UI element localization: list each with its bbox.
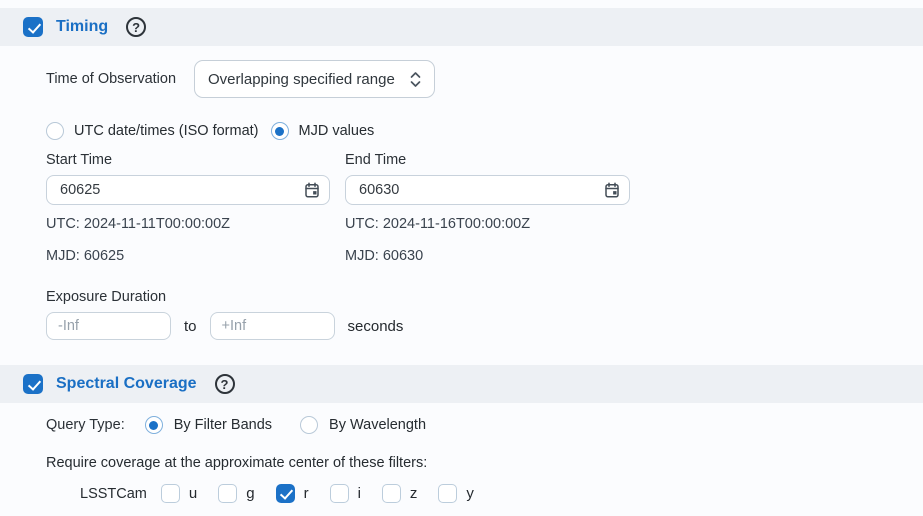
band-u-label: u: [189, 485, 197, 502]
utc-radio-label: UTC date/times (ISO format): [74, 123, 259, 139]
time-format-option-utc[interactable]: UTC date/times (ISO format): [46, 122, 259, 140]
search-filters-panel: Timing ? Time of Observation Overlapping…: [0, 0, 923, 516]
band-i-label: i: [358, 485, 361, 502]
band-g-checkbox[interactable]: [218, 484, 237, 503]
time-range-grid: Start Time UTC: 2024-11-11T00:00:00Z: [46, 152, 923, 264]
query-type-row: Query Type: By Filter Bands By Wavelengt…: [46, 416, 923, 434]
end-time-column: End Time UTC: 2024-11-16T00:00:00Z: [345, 152, 630, 264]
spectral-help-icon[interactable]: ?: [215, 374, 235, 394]
start-time-field-wrap: [46, 175, 330, 205]
band-u-checkbox[interactable]: [161, 484, 180, 503]
end-time-calendar-icon[interactable]: [603, 181, 621, 199]
spectral-section-body: Query Type: By Filter Bands By Wavelengt…: [0, 416, 923, 503]
spectral-section-checkbox[interactable]: [23, 374, 43, 394]
end-time-utc-text: UTC: 2024-11-16T00:00:00Z: [345, 216, 630, 232]
band-r-checkbox[interactable]: [276, 484, 295, 503]
band-y[interactable]: y: [438, 484, 474, 503]
exposure-duration-label: Exposure Duration: [46, 289, 923, 305]
spectral-section-title: Spectral Coverage: [56, 375, 197, 393]
wavelength-radio-label: By Wavelength: [329, 417, 426, 433]
exposure-unit-label: seconds: [348, 318, 404, 335]
band-y-label: y: [466, 485, 474, 502]
filter-bands-radio[interactable]: [145, 416, 163, 434]
time-of-observation-select[interactable]: Overlapping specified range: [194, 60, 435, 98]
timing-section-header: Timing ?: [0, 8, 923, 46]
timing-section-checkbox[interactable]: [23, 17, 43, 37]
timing-section-title: Timing: [56, 18, 108, 36]
end-time-input[interactable]: [345, 175, 630, 205]
mjd-radio-label: MJD values: [299, 123, 375, 139]
select-chevrons-icon: [410, 71, 421, 88]
query-type-label: Query Type:: [46, 417, 125, 433]
mjd-radio[interactable]: [271, 122, 289, 140]
time-format-option-mjd[interactable]: MJD values: [271, 122, 375, 140]
filters-prompt: Require coverage at the approximate cent…: [46, 455, 923, 471]
query-type-option-wavelength[interactable]: By Wavelength: [300, 416, 426, 434]
spectral-section-header: Spectral Coverage ?: [0, 365, 923, 403]
start-time-label: Start Time: [46, 152, 330, 168]
start-time-calendar-icon[interactable]: [303, 181, 321, 199]
query-type-option-filter-bands[interactable]: By Filter Bands: [145, 416, 272, 434]
exposure-to-label: to: [184, 318, 197, 335]
instrument-label: LSSTCam: [80, 486, 147, 502]
exposure-max-input[interactable]: [210, 312, 335, 340]
start-time-input[interactable]: [46, 175, 330, 205]
time-of-observation-row: Time of Observation Overlapping specifie…: [46, 60, 923, 98]
band-g-label: g: [246, 485, 254, 502]
band-r-label: r: [304, 485, 309, 502]
start-time-column: Start Time UTC: 2024-11-11T00:00:00Z: [46, 152, 330, 264]
time-of-observation-selected-value: Overlapping specified range: [208, 71, 395, 88]
band-y-checkbox[interactable]: [438, 484, 457, 503]
band-g[interactable]: g: [218, 484, 254, 503]
start-time-utc-text: UTC: 2024-11-11T00:00:00Z: [46, 216, 330, 232]
wavelength-radio[interactable]: [300, 416, 318, 434]
band-z-checkbox[interactable]: [382, 484, 401, 503]
exposure-duration-row: to seconds: [46, 312, 923, 340]
band-i[interactable]: i: [330, 484, 361, 503]
band-z[interactable]: z: [382, 484, 418, 503]
timing-help-icon[interactable]: ?: [126, 17, 146, 37]
band-checkbox-row: LSSTCam u g r i z y: [46, 484, 923, 503]
end-time-field-wrap: [345, 175, 630, 205]
band-i-checkbox[interactable]: [330, 484, 349, 503]
band-r[interactable]: r: [276, 484, 309, 503]
time-of-observation-label: Time of Observation: [46, 71, 176, 87]
filter-bands-radio-label: By Filter Bands: [174, 417, 272, 433]
exposure-min-input[interactable]: [46, 312, 171, 340]
start-time-mjd-text: MJD: 60625: [46, 248, 330, 264]
band-z-label: z: [410, 485, 418, 502]
end-time-mjd-text: MJD: 60630: [345, 248, 630, 264]
end-time-label: End Time: [345, 152, 630, 168]
utc-radio[interactable]: [46, 122, 64, 140]
time-format-options: UTC date/times (ISO format) MJD values: [46, 122, 923, 140]
timing-section-body: Time of Observation Overlapping specifie…: [0, 60, 923, 340]
band-u[interactable]: u: [161, 484, 197, 503]
